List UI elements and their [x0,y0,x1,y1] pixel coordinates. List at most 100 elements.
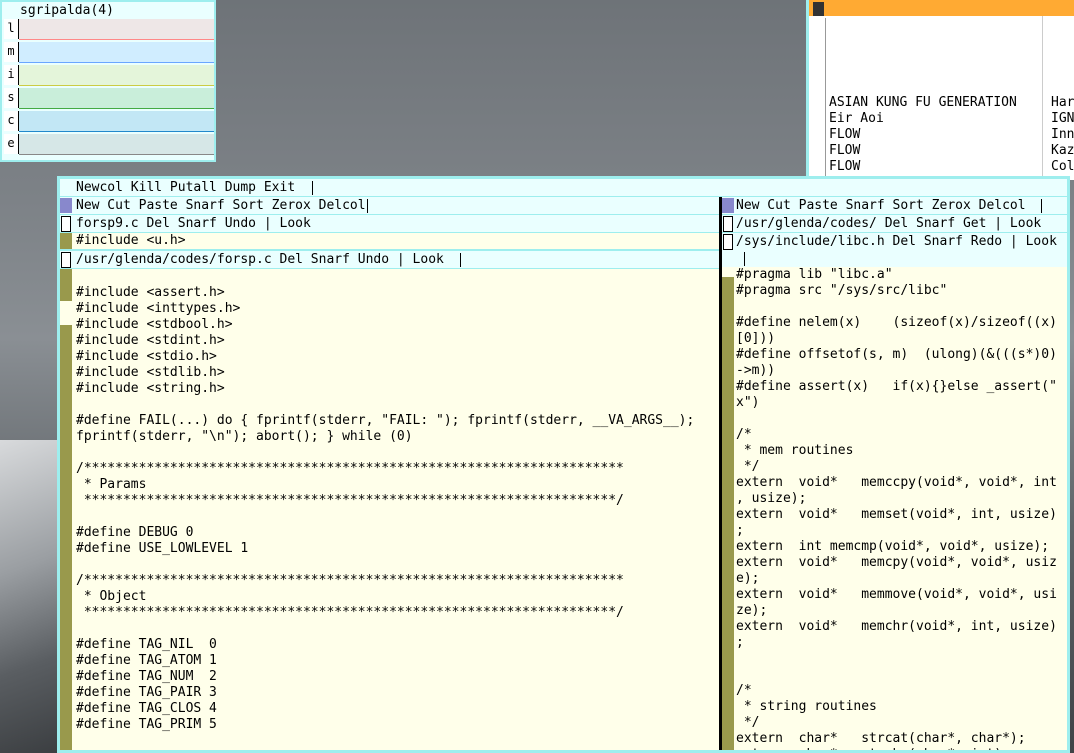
source-line[interactable]: #include <stdio.h> [76,349,694,365]
source-line[interactable]: #define TAG_PAIR 3 [76,685,694,701]
music-entry[interactable]: ASIAN KUNG FU GENERATION [829,95,1017,111]
forsp-window-body[interactable]: #include <assert.h> #include <inttypes.h>… [60,269,719,750]
source-line[interactable]: #define nelem(x) (sizeof(x)/sizeof((x) [736,315,1057,331]
source-line[interactable]: [0])) [736,331,1057,347]
acme-main-tag[interactable]: Newcol Kill Putall Dump Exit [60,179,1067,196]
source-line[interactable] [76,621,694,637]
music-scroll-thumb[interactable] [813,2,824,16]
music-scrollbar[interactable] [813,18,826,180]
source-line[interactable]: #define TAG_NUM 2 [76,669,694,685]
source-line[interactable]: ze); [736,603,1057,619]
source-line[interactable]: x") [736,395,1057,411]
libc-scroll-thumb[interactable] [722,267,734,277]
source-line[interactable]: ; [736,523,1057,539]
music-entry[interactable]: Inne [1051,127,1074,143]
stats-window[interactable]: sgripalda(4) lmisce [0,0,216,162]
source-line[interactable]: ; [736,635,1057,651]
source-line[interactable]: #include <stdlib.h> [76,365,694,381]
source-line[interactable] [736,667,1057,683]
main-tag-text[interactable]: Newcol Kill Putall Dump Exit [76,180,295,196]
forsp9-scrollbar[interactable] [60,233,72,249]
music-window[interactable]: ASIAN KUNG FU GENERATION Eir Aoi FLOW FLOW F… [806,0,1074,180]
source-line[interactable]: extern char* strcat(char*, char*); [736,731,1057,747]
window-resize-box[interactable] [61,252,71,268]
forsp-source-text[interactable]: #include <assert.h> #include <inttypes.h>… [76,269,694,733]
source-line[interactable]: ****************************************… [76,493,694,509]
codes-dir-tag-text[interactable]: /usr/glenda/codes/ Del Snarf Get | Look [736,216,1041,232]
forsp-window-tag[interactable]: /usr/glenda/codes/forsp.c Del Snarf Undo… [60,251,719,268]
source-line[interactable]: extern void* memchr(void*, int, usize) [736,619,1057,635]
source-line[interactable]: ->m)) [736,363,1057,379]
source-line[interactable]: extern char* strchr(char*, int); [736,747,1057,750]
source-line[interactable] [76,445,694,461]
music-entry[interactable]: Kazu [1051,143,1074,159]
source-line[interactable] [736,299,1057,315]
source-line[interactable]: extern int memcmp(void*, void*, usize); [736,539,1057,555]
source-line[interactable]: extern void* memccpy(void*, void*, int [736,475,1057,491]
left-column-handle[interactable] [60,198,72,213]
right-column-tag[interactable]: New Cut Paste Snarf Sort Zerox Delcol [722,197,1067,214]
forsp-scrollbar[interactable] [60,269,72,750]
left-column-tag-text[interactable]: New Cut Paste Snarf Sort Zerox Delcol [76,198,366,214]
source-line[interactable]: * Object [76,589,694,605]
codes-dir-window-tag[interactable]: /usr/glenda/codes/ Del Snarf Get | Look [722,215,1067,232]
source-line[interactable]: /* [736,683,1057,699]
source-line[interactable] [76,269,694,285]
source-line[interactable] [736,411,1057,427]
source-line[interactable]: e); [736,571,1057,587]
source-line[interactable]: #define USE_LOWLEVEL 1 [76,541,694,557]
libc-scrollbar[interactable] [722,267,734,750]
source-line[interactable]: #include <inttypes.h> [76,301,694,317]
forsp9-window-tag[interactable]: forsp9.c Del Snarf Undo | Look [60,215,719,232]
source-line[interactable]: fprintf(stderr, "\n"); abort(); } while … [76,429,694,445]
source-line[interactable]: #define TAG_NIL 0 [76,637,694,653]
source-line[interactable]: #define TAG_CLOS 4 [76,701,694,717]
libc-window-tag[interactable]: /sys/include/libc.h Del Snarf Redo | Loo… [722,233,1067,267]
forsp-scroll-thumb[interactable] [60,301,72,325]
source-line[interactable]: #pragma lib "libc.a" [736,267,1057,283]
source-line[interactable] [736,651,1057,667]
source-line[interactable]: extern void* memcpy(void*, void*, usiz [736,555,1057,571]
source-line[interactable]: /***************************************… [76,461,694,477]
music-entry[interactable]: Eir Aoi [829,111,1017,127]
source-line[interactable]: extern void* memset(void*, int, usize) [736,507,1057,523]
source-line[interactable]: #define assert(x) if(x){}else _assert(" [736,379,1057,395]
source-line[interactable] [76,397,694,413]
left-column-tag[interactable]: New Cut Paste Snarf Sort Zerox Delcol [60,197,719,214]
source-line[interactable]: * string routines [736,699,1057,715]
music-entry[interactable]: Hard [1051,95,1074,111]
libc-window-body[interactable]: #pragma lib "libc.a" #pragma src "/sys/sr… [722,267,1067,750]
music-entry[interactable]: FLOW [829,127,1017,143]
acme-window[interactable]: Newcol Kill Putall Dump Exit New Cut Pas… [57,176,1070,753]
source-line[interactable] [76,557,694,573]
source-line[interactable]: /* [736,427,1057,443]
libc-source-text[interactable]: #pragma lib "libc.a" #pragma src "/sys/sr… [736,267,1057,750]
music-entry[interactable]: FLOW [829,143,1017,159]
source-line[interactable]: */ [736,459,1057,475]
source-line[interactable]: */ [736,715,1057,731]
source-line[interactable]: * mem routines [736,443,1057,459]
window-resize-box[interactable] [723,216,733,232]
forsp9-body-text[interactable]: #include <u.h> [76,233,186,249]
window-resize-box[interactable] [723,234,733,250]
source-line[interactable]: #define DEBUG 0 [76,525,694,541]
libc-tag-text[interactable]: /sys/include/libc.h Del Snarf Redo | Loo… [736,234,1057,250]
source-line[interactable]: * Params [76,477,694,493]
source-line[interactable]: #include <stdbool.h> [76,317,694,333]
source-line[interactable]: #include <stdint.h> [76,333,694,349]
right-column-handle[interactable] [722,198,734,213]
source-line[interactable]: #define TAG_ATOM 1 [76,653,694,669]
source-line[interactable]: extern void* memmove(void*, void*, usi [736,587,1057,603]
forsp9-tag-text[interactable]: forsp9.c Del Snarf Undo | Look [76,216,311,232]
source-line[interactable]: #include <string.h> [76,381,694,397]
music-entry[interactable]: IGN [1051,111,1074,127]
source-line[interactable]: /***************************************… [76,573,694,589]
music-entry[interactable]: Colo [1051,159,1074,175]
forsp-tag-text[interactable]: /usr/glenda/codes/forsp.c Del Snarf Undo… [76,252,444,268]
source-line[interactable]: #define TAG_PRIM 5 [76,717,694,733]
source-line[interactable] [76,509,694,525]
right-column-tag-text[interactable]: New Cut Paste Snarf Sort Zerox Delcol [736,198,1026,214]
source-line[interactable]: #define FAIL(...) do { fprintf(stderr, "… [76,413,694,429]
source-line[interactable]: #define offsetof(s, m) (ulong)(&(((s*)0) [736,347,1057,363]
source-line[interactable]: #include <assert.h> [76,285,694,301]
